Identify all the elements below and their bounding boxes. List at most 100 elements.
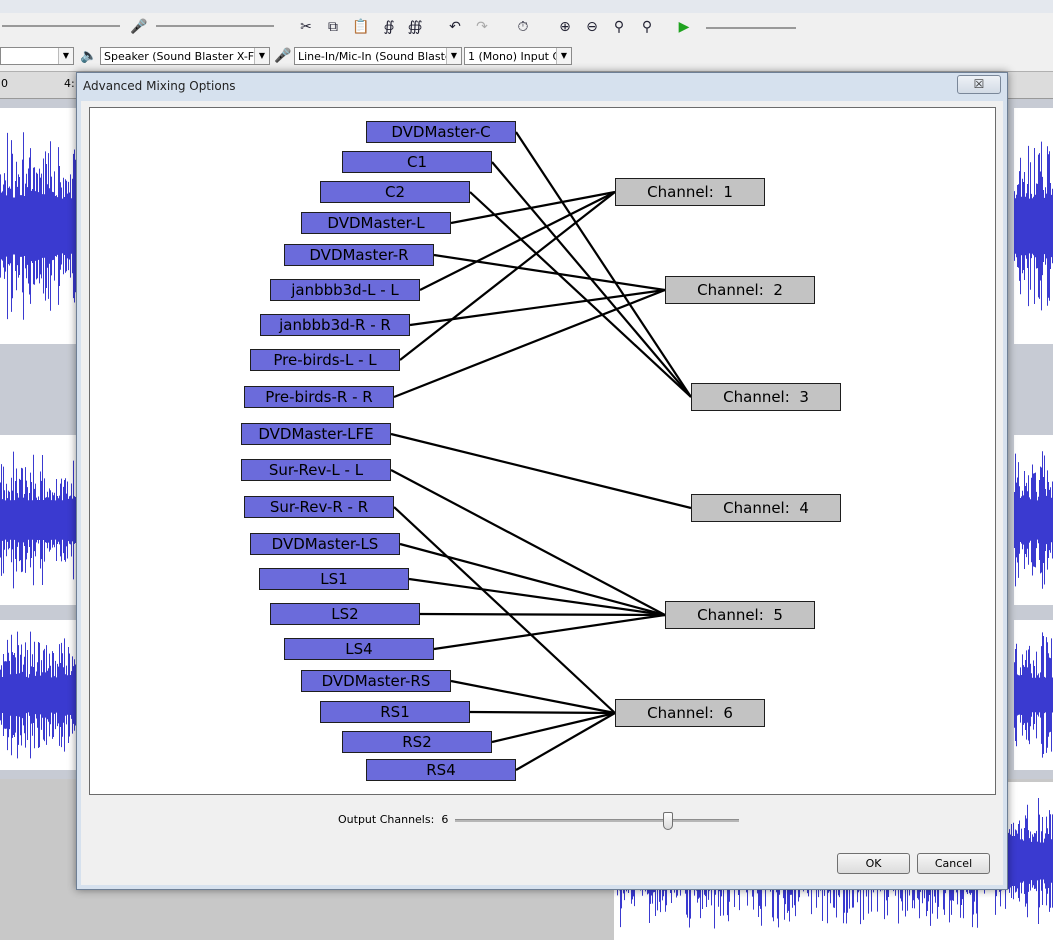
track-box-8[interactable]: Pre-birds-L - L xyxy=(250,349,400,371)
channel-box-5[interactable]: Channel: 5 xyxy=(665,601,815,629)
track-box-16[interactable]: LS4 xyxy=(284,638,434,660)
output-channels-slider[interactable] xyxy=(455,812,739,830)
mixer-routing-canvas[interactable]: DVDMaster-C C1 C2 DVDMaster-L DVDMaster-R jan… xyxy=(89,107,996,795)
silence-icon[interactable]: ∰ xyxy=(404,16,426,38)
waveform-right-1-svg xyxy=(1014,141,1053,311)
channel-box-6[interactable]: Channel: 6 xyxy=(615,699,765,727)
redo-icon[interactable]: ↷ xyxy=(471,16,493,38)
paste-icon[interactable]: 📋 xyxy=(350,16,372,38)
wire-track-3-to-channel-3 xyxy=(469,191,692,398)
waveform-shape xyxy=(0,451,76,589)
copy-icon[interactable]: ⧉ xyxy=(322,16,344,38)
waveform-shape xyxy=(1014,141,1053,311)
track-box-12[interactable]: Sur-Rev-R - R xyxy=(244,496,394,518)
waveform-right-3 xyxy=(1014,620,1053,770)
play-at-speed-icon[interactable]: ▶ xyxy=(673,16,695,38)
waveform-right-1 xyxy=(1014,108,1053,344)
track-box-7[interactable]: janbbb3d-R - R xyxy=(260,314,410,336)
trim-icon[interactable]: ∯ xyxy=(378,16,400,38)
play-speed-slider[interactable] xyxy=(706,27,796,29)
recording-device-combo[interactable]: Line-In/Mic-In (Sound Blaster X ▼ xyxy=(294,47,462,65)
waveform-left-2 xyxy=(0,435,76,605)
wire-track-15-to-channel-5 xyxy=(419,612,666,617)
speaker-icon: 🔈 xyxy=(80,48,98,64)
wire-track-13-to-channel-5 xyxy=(399,542,666,617)
track-box-4[interactable]: DVDMaster-L xyxy=(301,212,451,234)
zoom-in-icon[interactable]: ⊕ xyxy=(554,16,576,38)
waveform-right-3-svg xyxy=(1014,632,1053,758)
playback-device-combo[interactable]: Speaker (Sound Blaster X-Fi Su ▼ xyxy=(100,47,270,65)
sync-lock-icon[interactable]: ⏱ xyxy=(512,16,534,38)
waveform-left-2-svg xyxy=(0,451,76,589)
output-channels-value: 6 xyxy=(441,813,449,826)
ok-button[interactable]: OK xyxy=(837,853,910,874)
fit-project-icon[interactable]: ⚲ xyxy=(636,16,658,38)
zoom-out-icon[interactable]: ⊖ xyxy=(581,16,603,38)
track-box-2[interactable]: C1 xyxy=(342,151,492,173)
track-box-11[interactable]: Sur-Rev-L - L xyxy=(241,459,391,481)
main-toolbar: 🎤 ✂ ⧉ 📋 ∯ ∰ ↶ ↷ ⏱ ⊕ ⊖ ⚲ ⚲ ▶ xyxy=(0,13,1053,44)
wire-track-17-to-channel-6 xyxy=(450,679,616,715)
output-channels-label-text: Output Channels: xyxy=(338,813,435,826)
track-box-1[interactable]: DVDMaster-C xyxy=(366,121,516,143)
recording-volume-slider[interactable] xyxy=(156,25,274,27)
waveform-right-2-svg xyxy=(1014,451,1053,589)
playback-device-value: Speaker (Sound Blaster X-Fi Su xyxy=(104,50,270,63)
wire-track-16-to-channel-5 xyxy=(433,613,666,651)
waveform-right-2 xyxy=(1014,435,1053,605)
undo-icon[interactable]: ↶ xyxy=(444,16,466,38)
track-box-14[interactable]: LS1 xyxy=(259,568,409,590)
input-channels-value: 1 (Mono) Input Ch xyxy=(468,50,568,63)
track-box-17[interactable]: DVDMaster-RS xyxy=(301,670,451,692)
track-box-19[interactable]: RS2 xyxy=(342,731,492,753)
waveform-left-1 xyxy=(0,108,76,344)
track-box-10[interactable]: DVDMaster-LFE xyxy=(241,423,391,445)
wire-track-5-to-channel-2 xyxy=(433,253,666,292)
microphone-icon[interactable]: 🎤 xyxy=(128,16,150,38)
waveform-shape xyxy=(1014,451,1053,589)
waveform-left-3 xyxy=(0,620,76,770)
output-channels-label: Output Channels: 6 xyxy=(338,813,448,826)
waveform-left-1-svg xyxy=(0,132,76,320)
channel-box-2[interactable]: Channel: 2 xyxy=(665,276,815,304)
playback-volume-slider[interactable] xyxy=(2,25,120,27)
wire-track-18-to-channel-6 xyxy=(469,710,616,715)
track-box-6[interactable]: janbbb3d-L - L xyxy=(270,279,420,301)
cut-icon[interactable]: ✂ xyxy=(295,16,317,38)
ruler-start-label: 0 xyxy=(1,77,8,90)
title-bar-strip xyxy=(0,0,1053,13)
wire-track-10-to-channel-4 xyxy=(390,432,692,510)
advanced-mixing-dialog: Advanced Mixing Options ☒ DVDMaster-C C1 C… xyxy=(76,72,1008,890)
channel-box-3[interactable]: Channel: 3 xyxy=(691,383,841,411)
wire-track-20-to-channel-6 xyxy=(515,712,616,771)
waveform-left-3-svg xyxy=(0,631,76,759)
close-icon[interactable]: ☒ xyxy=(957,75,1001,94)
device-toolbar: ▼ 🔈 Speaker (Sound Blaster X-Fi Su ▼ 🎤 Li… xyxy=(0,43,1053,72)
microphone-icon-2: 🎤 xyxy=(274,48,292,64)
fit-selection-icon[interactable]: ⚲ xyxy=(608,16,630,38)
wire-track-1-to-channel-3 xyxy=(515,131,692,398)
routing-wires xyxy=(390,131,692,771)
output-channels-slider-thumb[interactable] xyxy=(663,812,673,830)
track-box-13[interactable]: DVDMaster-LS xyxy=(250,533,400,555)
channel-box-1[interactable]: Channel: 1 xyxy=(615,178,765,206)
dialog-client-area: DVDMaster-C C1 C2 DVDMaster-L DVDMaster-R jan… xyxy=(81,101,1003,885)
track-box-20[interactable]: RS4 xyxy=(366,759,516,781)
dialog-title: Advanced Mixing Options xyxy=(83,79,236,93)
ruler-mark-label: 4: xyxy=(64,77,75,90)
track-box-5[interactable]: DVDMaster-R xyxy=(284,244,434,266)
input-channels-combo[interactable]: 1 (Mono) Input Ch ▼ xyxy=(464,47,572,65)
waveform-shape xyxy=(0,631,76,759)
recording-device-value: Line-In/Mic-In (Sound Blaster X xyxy=(298,50,462,63)
channel-box-4[interactable]: Channel: 4 xyxy=(691,494,841,522)
wire-track-19-to-channel-6 xyxy=(491,711,616,744)
waveform-shape xyxy=(1014,632,1053,758)
wire-track-6-to-channel-1 xyxy=(419,191,616,291)
track-box-15[interactable]: LS2 xyxy=(270,603,420,625)
wire-track-9-to-channel-2 xyxy=(393,288,666,399)
host-combo[interactable]: ▼ xyxy=(0,47,74,65)
track-box-3[interactable]: C2 xyxy=(320,181,470,203)
cancel-button[interactable]: Cancel xyxy=(917,853,990,874)
track-box-18[interactable]: RS1 xyxy=(320,701,470,723)
track-box-9[interactable]: Pre-birds-R - R xyxy=(244,386,394,408)
